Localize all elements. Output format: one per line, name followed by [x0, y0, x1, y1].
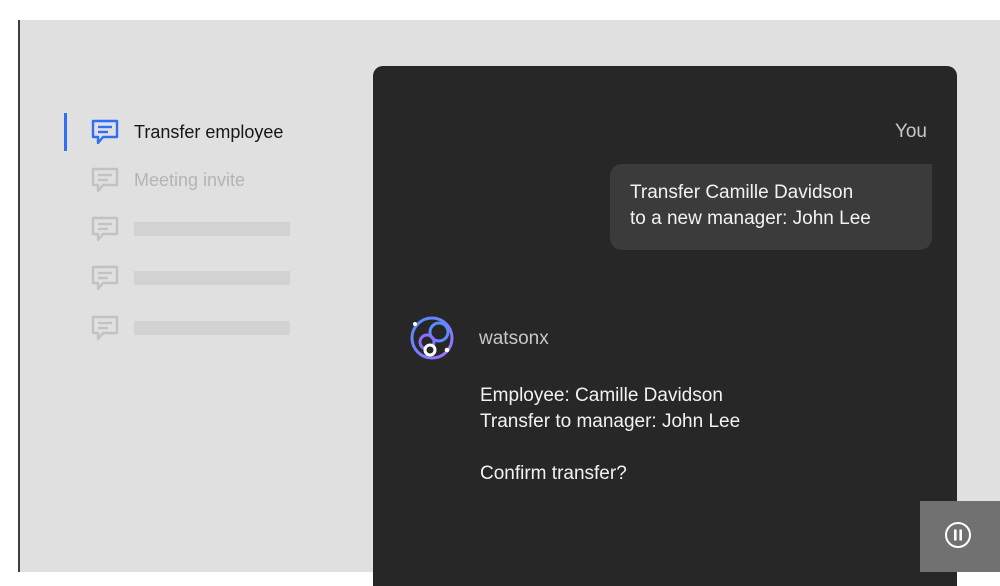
- bot-message: Employee: Camille Davidson Transfer to m…: [480, 383, 740, 487]
- bot-message-line: Transfer to manager: John Lee: [480, 411, 741, 432]
- skeleton-bar: [134, 321, 290, 335]
- chat-icon: [90, 214, 120, 244]
- active-indicator: [64, 113, 67, 151]
- user-message-bubble: Transfer Camille Davidson to a new manag…: [610, 164, 932, 250]
- chat-icon: [90, 263, 120, 293]
- watsonx-logo-icon: [406, 312, 458, 364]
- bot-message-line: Confirm transfer?: [480, 463, 627, 484]
- chat-icon: [90, 313, 120, 343]
- pause-icon: [945, 522, 971, 548]
- sidebar-item-label: Transfer employee: [134, 121, 284, 142]
- skeleton-bar: [134, 222, 290, 236]
- user-message-line: to a new manager: John Lee: [630, 208, 871, 229]
- sidebar-item-placeholder: [90, 263, 290, 293]
- app-frame: Transfer employee Meeting invite You Tra…: [18, 20, 1000, 586]
- chat-panel: You Transfer Camille Davidson to a new m…: [373, 66, 957, 586]
- sidebar-item-transfer-employee[interactable]: Transfer employee: [90, 117, 283, 147]
- bot-name: watsonx: [479, 328, 549, 349]
- sidebar-item-meeting-invite[interactable]: Meeting invite: [90, 165, 245, 195]
- bot-message-line: Employee: Camille Davidson: [480, 385, 723, 406]
- chat-icon: [90, 117, 120, 147]
- skeleton-bar: [134, 271, 290, 285]
- sidebar-item-placeholder: [90, 313, 290, 343]
- chat-icon: [90, 165, 120, 195]
- user-message-line: Transfer Camille Davidson: [630, 182, 854, 203]
- sidebar-item-label: Meeting invite: [134, 169, 246, 190]
- pause-button[interactable]: [920, 501, 1000, 572]
- user-label: You: [894, 121, 927, 142]
- sidebar-item-placeholder: [90, 214, 290, 244]
